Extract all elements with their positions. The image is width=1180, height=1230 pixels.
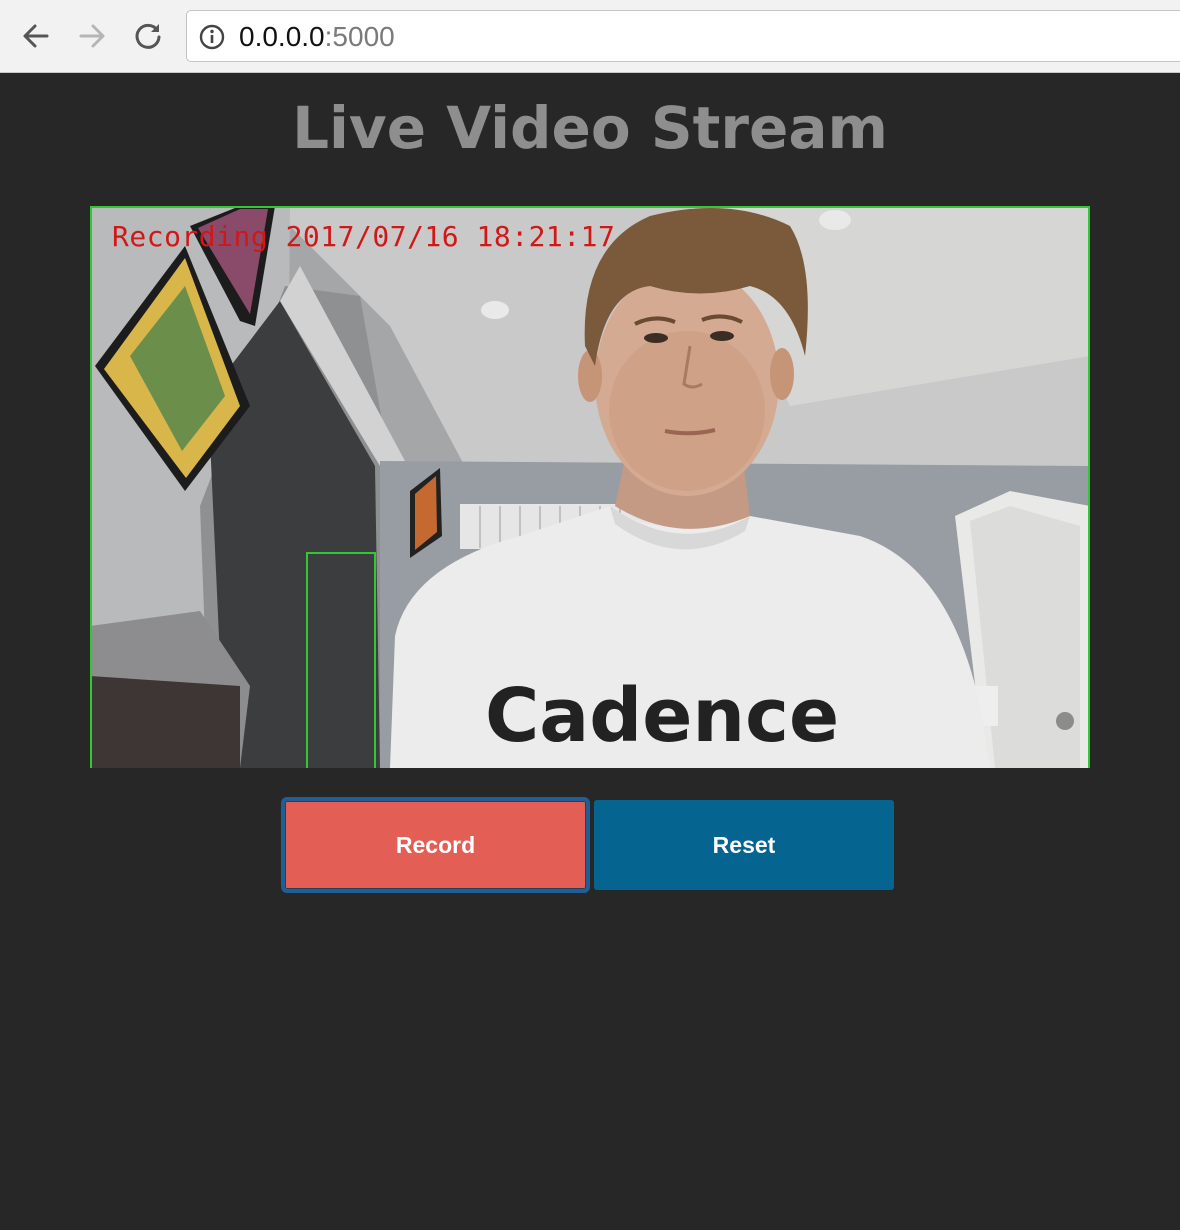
record-button[interactable]: Record	[281, 797, 590, 893]
reload-button[interactable]	[131, 19, 165, 53]
forward-arrow-icon	[79, 24, 105, 48]
back-button[interactable]	[19, 19, 53, 53]
motion-detection-box	[306, 552, 376, 768]
reset-button[interactable]: Reset	[594, 800, 894, 890]
back-arrow-icon	[23, 24, 49, 48]
address-bar[interactable]: 0.0.0.0:5000	[186, 10, 1180, 62]
reload-icon	[135, 23, 161, 49]
address-host: 0.0.0.0	[239, 21, 325, 52]
shirt-logo-text: Cadence	[485, 673, 839, 759]
info-icon[interactable]	[199, 24, 225, 50]
recording-timestamp-overlay: Recording 2017/07/16 18:21:17	[112, 220, 616, 253]
page-title: Live Video Stream	[292, 94, 888, 162]
address-url[interactable]: 0.0.0.0:5000	[239, 22, 395, 52]
forward-button[interactable]	[75, 19, 109, 53]
video-stream: Cadence Recording 2017/07/16 18:21:17	[90, 206, 1090, 768]
address-port: :5000	[324, 21, 395, 52]
video-image: Cadence	[90, 206, 1090, 768]
browser-toolbar: 0.0.0.0:5000	[0, 0, 1180, 73]
